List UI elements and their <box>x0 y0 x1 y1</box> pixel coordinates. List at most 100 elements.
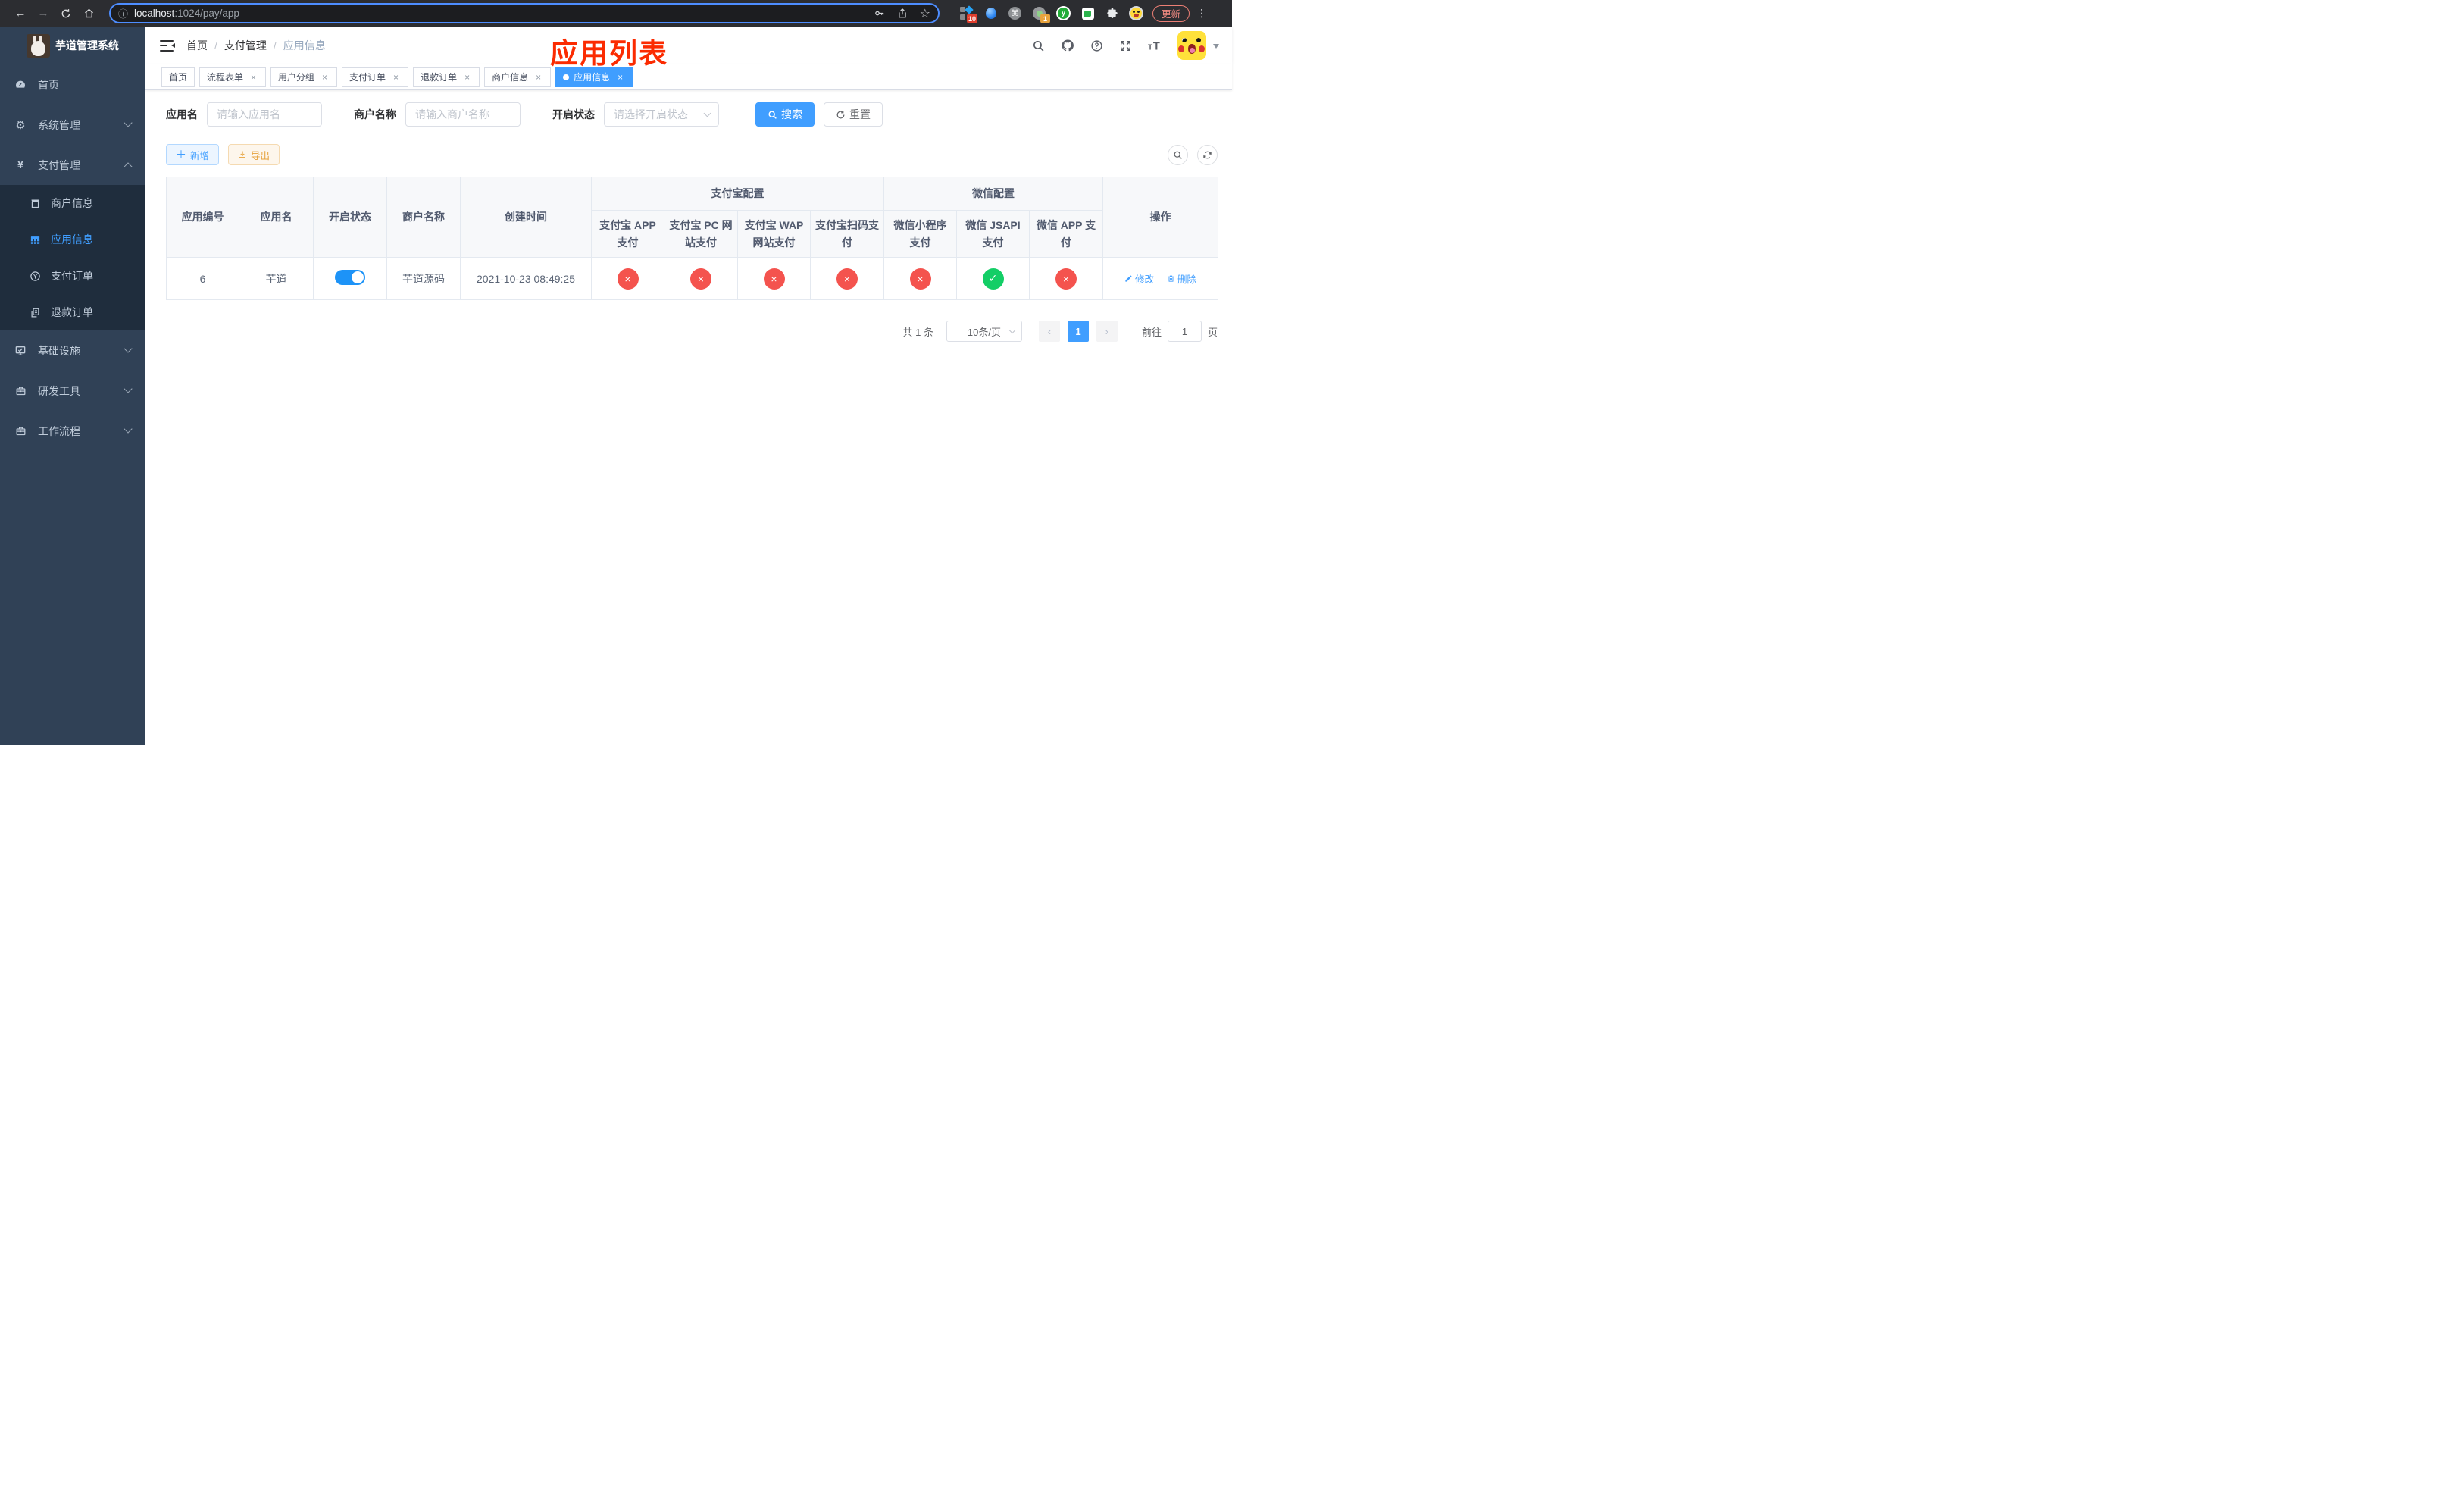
chevron-down-icon <box>703 109 711 117</box>
profile-avatar-icon[interactable] <box>1129 6 1143 20</box>
reload-icon[interactable] <box>58 5 74 22</box>
tab-home[interactable]: 首页 <box>161 67 195 87</box>
breadcrumb-home[interactable]: 首页 <box>186 38 208 53</box>
status-check-icon: ✓ <box>982 268 1004 290</box>
sidebar-item-dev-tools[interactable]: 研发工具 <box>0 371 145 411</box>
delete-link[interactable]: 删除 <box>1167 271 1196 286</box>
bookmark-star-icon[interactable]: ☆ <box>920 6 930 21</box>
svg-text:T: T <box>1153 40 1160 52</box>
ext-command-icon[interactable]: ⌘ <box>1008 6 1022 20</box>
search-icon <box>768 110 777 119</box>
forward-icon[interactable]: → <box>35 5 52 22</box>
sidebar-item-label: 研发工具 <box>38 384 80 397</box>
refresh-table-button[interactable] <box>1197 144 1218 165</box>
sidebar-collapse-icon[interactable] <box>160 39 175 52</box>
sidebar-item-merchant-info[interactable]: 商户信息 <box>0 185 145 221</box>
svg-text:T: T <box>1148 43 1152 52</box>
tab-process-form[interactable]: 流程表单 × <box>199 67 267 87</box>
export-button[interactable]: 导出 <box>228 144 280 165</box>
sidebar-item-workflow[interactable]: 工作流程 <box>0 411 145 451</box>
back-icon[interactable]: ← <box>12 5 29 22</box>
next-page-button[interactable]: › <box>1096 321 1118 342</box>
sidebar-item-payment[interactable]: ¥ 支付管理 <box>0 145 145 185</box>
sidebar-item-system[interactable]: ⚙ 系统管理 <box>0 105 145 145</box>
tab-refund-orders[interactable]: 退款订单 × <box>413 67 480 87</box>
close-icon[interactable]: × <box>533 72 543 83</box>
status-switch[interactable] <box>335 270 365 285</box>
tab-pay-orders[interactable]: 支付订单 × <box>342 67 409 87</box>
chrome-menu-icon[interactable]: ⋮ <box>1196 7 1207 20</box>
group-header-wechat: 微信配置 <box>883 177 1103 211</box>
url-path: :1024/pay/app <box>174 8 239 19</box>
table-toolbar: ＋ 新增 导出 <box>166 144 1218 165</box>
sidebar-item-label: 应用信息 <box>51 233 93 246</box>
status-label: 开启状态 <box>552 108 595 121</box>
cell-alipay-app: × <box>591 257 664 300</box>
sidebar-logo[interactable]: 芋道管理系统 <box>0 27 145 64</box>
toggle-search-button[interactable] <box>1168 144 1188 165</box>
extensions-area: 10 ⌘ 1 y <box>949 5 1143 23</box>
tab-merchant-info[interactable]: 商户信息 × <box>484 67 552 87</box>
avatar-dropdown-caret-icon[interactable] <box>1213 43 1219 52</box>
status-select[interactable]: 请选择开启状态 <box>604 102 719 127</box>
ext-balloon-icon[interactable] <box>983 6 998 20</box>
app-name-input[interactable] <box>207 102 322 127</box>
sidebar-item-infrastructure[interactable]: 基础设施 <box>0 330 145 371</box>
add-button[interactable]: ＋ 新增 <box>166 144 220 165</box>
close-icon[interactable]: × <box>462 72 472 83</box>
site-info-icon[interactable]: ⓘ <box>118 6 128 20</box>
ext-chat-icon[interactable] <box>1080 6 1095 20</box>
ext-tampermonkey-icon[interactable]: 10 <box>959 5 977 23</box>
font-size-icon[interactable]: TT <box>1148 39 1163 52</box>
sidebar-menu: 首页 ⚙ 系统管理 ¥ 支付管理 商户信息 应用信息 支付订单 退款订单 基础设… <box>0 64 145 451</box>
url-text[interactable]: localhost:1024/pay/app <box>134 8 239 19</box>
goto-page-input[interactable] <box>1167 321 1202 342</box>
user-avatar[interactable] <box>1177 31 1206 60</box>
merchant-name-label: 商户名称 <box>354 108 396 121</box>
sidebar-item-home[interactable]: 首页 <box>0 64 145 105</box>
extensions-puzzle-icon[interactable] <box>1105 6 1119 20</box>
chrome-update-button[interactable]: 更新 <box>1152 5 1190 22</box>
ext-y-icon[interactable]: y <box>1056 6 1071 20</box>
help-icon[interactable] <box>1090 39 1103 52</box>
share-icon[interactable] <box>897 8 908 19</box>
merchant-name-input[interactable] <box>405 102 521 127</box>
logo-image <box>27 33 50 58</box>
trash-icon <box>1168 275 1174 282</box>
github-icon[interactable] <box>1061 39 1074 52</box>
cell-wechat-app: × <box>1029 257 1103 300</box>
sidebar-item-refund-orders[interactable]: 退款订单 <box>0 294 145 330</box>
cell-actions: 修改 删除 <box>1102 257 1218 300</box>
sidebar-item-app-info[interactable]: 应用信息 <box>0 221 145 258</box>
search-icon <box>1174 151 1182 159</box>
status-cross-icon: × <box>836 268 858 290</box>
reset-button[interactable]: 重置 <box>824 102 883 127</box>
col-header-alipay-qr: 支付宝扫码支付 <box>810 210 884 258</box>
edit-pencil-icon <box>1125 275 1132 282</box>
search-button[interactable]: 搜索 <box>755 102 815 127</box>
address-bar[interactable]: ⓘ localhost:1024/pay/app ☆ <box>109 3 940 23</box>
edit-link[interactable]: 修改 <box>1124 271 1154 286</box>
close-icon[interactable]: × <box>320 72 330 83</box>
fullscreen-icon[interactable] <box>1119 39 1132 52</box>
close-icon[interactable]: × <box>615 72 625 83</box>
home-glyph <box>84 8 93 18</box>
cell-status <box>313 257 387 300</box>
sidebar-item-label: 系统管理 <box>38 118 80 131</box>
tab-user-group[interactable]: 用户分组 × <box>270 67 338 87</box>
close-icon[interactable]: × <box>249 72 258 83</box>
breadcrumb-payment[interactable]: 支付管理 <box>224 38 267 53</box>
ext-badge: 1 <box>1040 14 1050 23</box>
home-icon[interactable] <box>80 5 97 22</box>
browser-chrome: ← → ⓘ localhost:1024/pay/app ☆ 10 ⌘ 1 y … <box>0 0 1232 27</box>
page-size-select[interactable]: 10条/页 <box>946 321 1022 342</box>
password-key-icon[interactable] <box>874 8 885 19</box>
col-header-wechat-app: 微信 APP 支付 <box>1029 210 1103 258</box>
prev-page-button[interactable]: ‹ <box>1038 321 1060 342</box>
page-number-current[interactable]: 1 <box>1067 321 1089 342</box>
close-icon[interactable]: × <box>391 72 401 83</box>
sidebar-item-pay-orders[interactable]: 支付订单 <box>0 258 145 294</box>
briefcase-icon <box>14 425 27 437</box>
header-search-icon[interactable] <box>1032 39 1045 52</box>
ext-target-icon[interactable]: 1 <box>1032 6 1050 23</box>
